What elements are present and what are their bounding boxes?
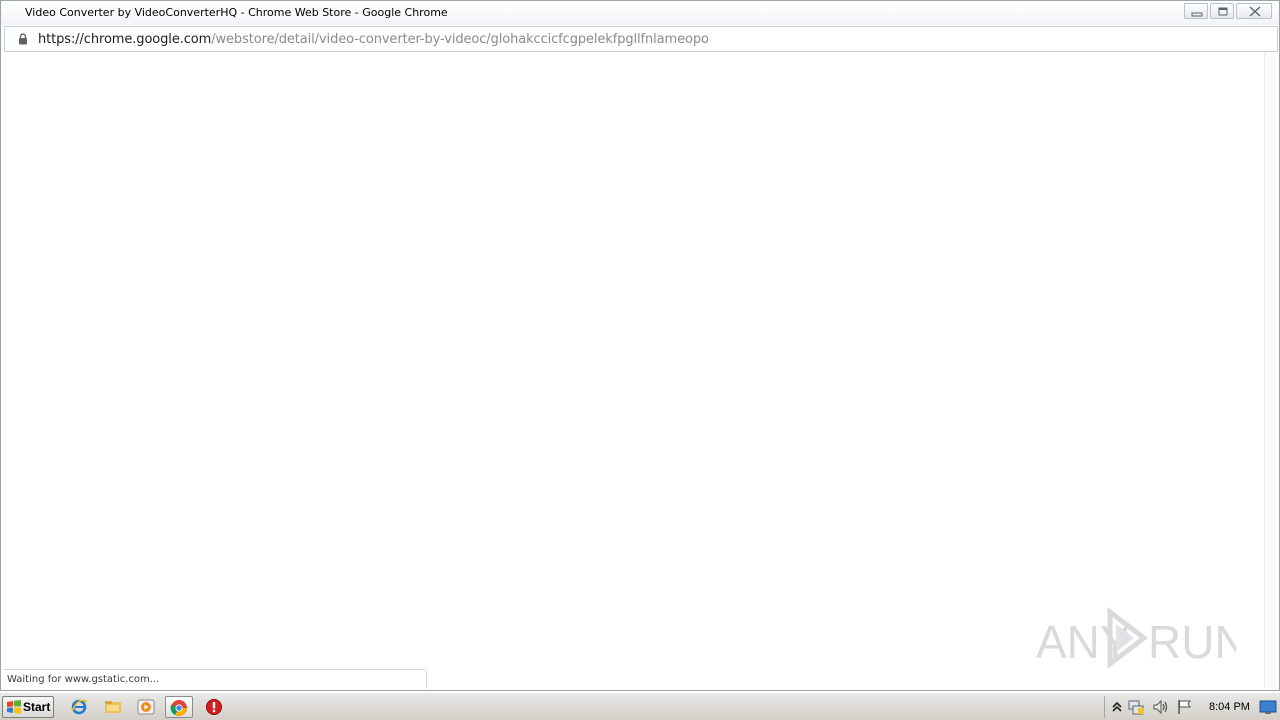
minimize-icon — [1191, 12, 1203, 17]
watermark-text-right: RUN — [1148, 616, 1236, 668]
taskbar-chrome[interactable] — [165, 696, 193, 718]
taskbar-ie[interactable] — [66, 696, 92, 718]
close-icon — [1249, 6, 1261, 17]
title-bar[interactable]: Video Converter by VideoConverterHQ - Ch… — [1, 1, 1279, 25]
ie-icon — [71, 699, 88, 715]
action-center-flag-icon[interactable] — [1176, 698, 1194, 716]
address-bar[interactable]: https://chrome.google.com/webstore/detai… — [4, 26, 1278, 52]
windows-logo-icon — [7, 700, 21, 714]
maximize-button[interactable] — [1210, 3, 1234, 19]
close-button[interactable] — [1236, 3, 1272, 19]
explorer-icon — [105, 701, 121, 713]
show-desktop-icon[interactable] — [1258, 697, 1278, 717]
show-hidden-icons-icon[interactable] — [1108, 698, 1126, 716]
url-path: /webstore/detail/video-converter-by-vide… — [211, 32, 709, 47]
taskbar-media-player[interactable] — [133, 696, 159, 718]
window-title: Video Converter by VideoConverterHQ - Ch… — [25, 6, 448, 19]
vertical-scrollbar[interactable] — [1264, 52, 1278, 688]
network-icon[interactable] — [1128, 698, 1146, 716]
lock-icon — [19, 33, 27, 45]
restore-icon — [1218, 7, 1228, 16]
minimize-button[interactable] — [1184, 3, 1208, 19]
start-button[interactable]: Start — [2, 696, 54, 718]
taskbar-explorer[interactable] — [100, 696, 126, 718]
taskbar-stop[interactable] — [201, 696, 227, 718]
chrome-icon — [170, 700, 187, 716]
url-host: https://chrome.google.com — [38, 32, 212, 47]
anyrun-watermark: ANY RUN — [1036, 606, 1236, 670]
taskbar: Start 8:04 PM — [0, 692, 1280, 720]
url-text[interactable]: https://chrome.google.com/webstore/detai… — [38, 32, 709, 47]
system-clock[interactable]: 8:04 PM — [1209, 701, 1250, 713]
volume-icon[interactable] — [1152, 698, 1170, 716]
start-label: Start — [23, 700, 51, 714]
status-bubble: Waiting for www.gstatic.com... — [3, 669, 427, 689]
page-content[interactable] — [3, 52, 1264, 688]
tray-separator — [1104, 696, 1105, 718]
stop-icon — [206, 699, 222, 715]
media-player-icon — [137, 699, 155, 715]
